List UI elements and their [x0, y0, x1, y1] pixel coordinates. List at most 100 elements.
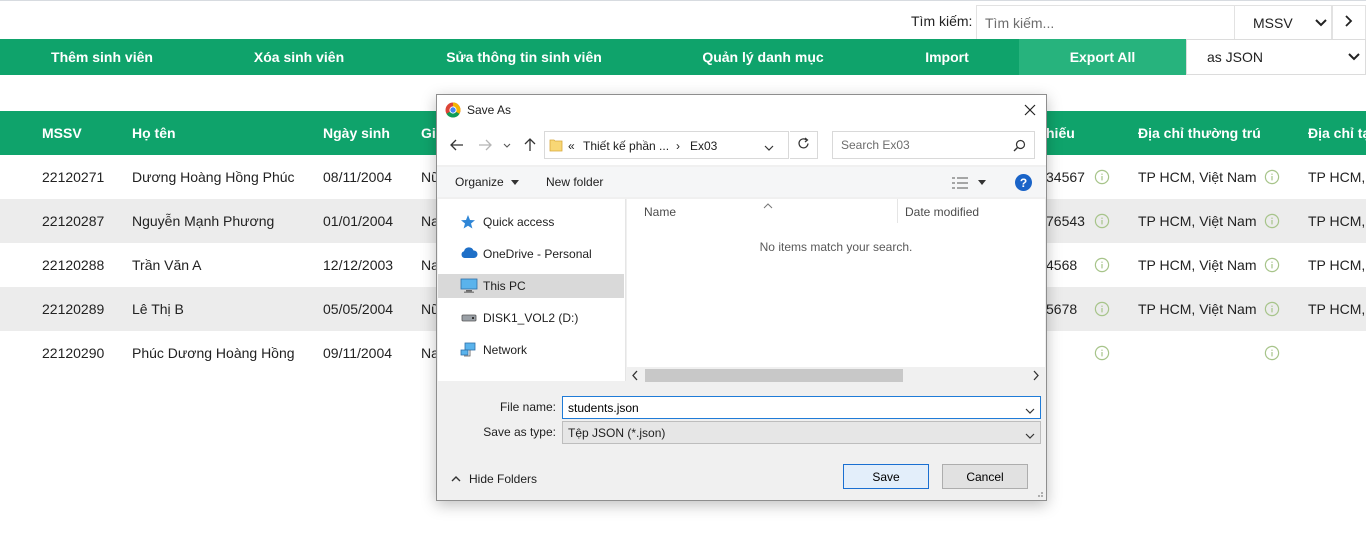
nav-network[interactable]: Network: [438, 338, 624, 362]
details-view-icon: [952, 177, 968, 189]
view-options-button[interactable]: [951, 175, 991, 191]
file-name-label: File name:: [499, 400, 556, 414]
forward-arrow-icon[interactable]: [475, 135, 495, 155]
help-icon[interactable]: ?: [1015, 174, 1032, 191]
save-as-dialog: Save As « Thiết kế phần ... › Ex03 Searc…: [436, 94, 1047, 501]
address-overflow[interactable]: «: [568, 139, 575, 153]
folder-icon: [549, 138, 563, 155]
nav-quick-access[interactable]: Quick access: [438, 210, 624, 234]
hide-folders-label: Hide Folders: [469, 472, 538, 486]
header-mssv: MSSV: [42, 125, 82, 141]
search-field-select[interactable]: MSSV: [1234, 5, 1332, 41]
header-dob: Ngày sinh: [323, 125, 390, 141]
command-bar: Organize New folder ?: [437, 167, 1046, 197]
info-icon[interactable]: [1264, 213, 1280, 229]
cell-dob: 08/11/2004: [323, 169, 393, 185]
info-icon[interactable]: [1264, 301, 1280, 317]
cell-permanent-address: TP HCM, Việt Nam: [1138, 213, 1257, 229]
chrome-icon: [445, 102, 461, 118]
address-bar[interactable]: « Thiết kế phần ... › Ex03: [544, 131, 789, 159]
menu-import[interactable]: Import: [880, 39, 1014, 75]
cell-temp-address: TP HCM,: [1308, 213, 1366, 229]
cell-phone: 5678: [1046, 301, 1078, 317]
up-arrow-icon[interactable]: [520, 135, 540, 155]
menu-delete-student[interactable]: Xóa sinh viên: [204, 39, 394, 75]
caret-down-icon: [978, 180, 986, 185]
chevron-down-icon[interactable]: [1025, 428, 1035, 442]
cell-mssv: 22120287: [42, 213, 105, 229]
nav-disk-d[interactable]: DISK1_VOL2 (D:): [438, 306, 624, 330]
address-segment-parent[interactable]: Thiết kế phần ...: [583, 139, 669, 153]
nav-label: This PC: [483, 279, 526, 293]
file-name-row: File name:: [437, 396, 1046, 419]
dialog-title: Save As: [467, 103, 512, 117]
cell-dob: 01/01/2004: [323, 213, 394, 229]
header-phone: hiếu: [1046, 125, 1075, 141]
header-permanent-address: Địa chỉ thường trú: [1138, 125, 1261, 141]
file-name-input[interactable]: [562, 396, 1041, 419]
navigation-pane: Quick access OneDrive - Personal This PC…: [438, 199, 626, 381]
new-folder-button[interactable]: New folder: [546, 175, 603, 189]
save-button[interactable]: Save: [843, 464, 929, 489]
scrollbar-thumb[interactable]: [645, 369, 903, 382]
back-arrow-icon[interactable]: [447, 135, 467, 155]
drive-icon: [460, 310, 478, 326]
info-icon[interactable]: [1094, 301, 1110, 317]
recent-locations-chevron-icon[interactable]: [501, 135, 513, 155]
menu-edit-student[interactable]: Sửa thông tin sinh viên: [410, 39, 638, 75]
computer-icon: [460, 278, 478, 294]
cell-mssv: 22120288: [42, 257, 105, 273]
organize-button[interactable]: Organize: [455, 175, 520, 189]
nav-onedrive[interactable]: OneDrive - Personal: [438, 242, 624, 266]
cancel-button[interactable]: Cancel: [942, 464, 1028, 489]
menu-add-student[interactable]: Thêm sinh viên: [0, 39, 204, 75]
header-gender: Gi: [421, 125, 436, 141]
folder-search-input[interactable]: [833, 132, 1008, 158]
cell-temp-address: TP HCM,: [1308, 257, 1366, 273]
chevron-down-icon[interactable]: [764, 140, 774, 154]
chevron-up-icon: [451, 476, 461, 482]
export-all-button[interactable]: Export All: [1019, 39, 1186, 75]
scroll-left-icon: [632, 370, 638, 381]
search-icon[interactable]: [1013, 139, 1026, 155]
column-name[interactable]: Name: [644, 205, 676, 219]
info-icon[interactable]: [1094, 213, 1110, 229]
info-icon[interactable]: [1094, 345, 1110, 361]
nav-label: DISK1_VOL2 (D:): [483, 311, 579, 325]
cell-phone: 4568: [1046, 257, 1078, 273]
hide-folders-toggle[interactable]: Hide Folders: [451, 472, 537, 486]
column-divider[interactable]: [897, 199, 898, 223]
save-type-row: Save as type: Tệp JSON (*.json): [437, 421, 1046, 444]
info-icon[interactable]: [1094, 169, 1110, 185]
info-icon[interactable]: [1264, 345, 1280, 361]
cell-phone: 76543: [1046, 213, 1085, 229]
cell-phone: 34567: [1046, 169, 1085, 185]
address-segment-current[interactable]: Ex03: [690, 139, 717, 153]
info-icon[interactable]: [1264, 257, 1280, 273]
export-format-select[interactable]: as JSON: [1186, 39, 1366, 75]
search-submit-button[interactable]: [1332, 5, 1366, 41]
info-icon[interactable]: [1264, 169, 1280, 185]
cell-name: Nguyễn Mạnh Phương: [132, 213, 275, 229]
info-icon[interactable]: [1094, 257, 1110, 273]
cell-permanent-address: TP HCM, Việt Nam: [1138, 169, 1257, 185]
save-type-select[interactable]: Tệp JSON (*.json): [562, 421, 1041, 444]
header-name: Họ tên: [132, 125, 176, 141]
cell-mssv: 22120289: [42, 301, 105, 317]
dialog-navbar: « Thiết kế phần ... › Ex03: [437, 125, 1046, 165]
nav-this-pc[interactable]: This PC: [438, 274, 624, 298]
search-bar: Tìm kiếm: MSSV: [0, 3, 1366, 41]
refresh-button[interactable]: [790, 131, 818, 159]
empty-message: No items match your search.: [759, 240, 913, 254]
close-icon[interactable]: [1017, 99, 1043, 121]
cell-mssv: 22120271: [42, 169, 105, 185]
menu-manage-categories[interactable]: Quản lý danh mục: [660, 39, 866, 75]
cell-temp-address: TP HCM,: [1308, 169, 1366, 185]
search-input[interactable]: [976, 5, 1234, 41]
horizontal-scrollbar[interactable]: [627, 367, 1045, 384]
refresh-icon: [797, 137, 810, 153]
chevron-down-icon[interactable]: [1025, 403, 1035, 417]
column-date-modified[interactable]: Date modified: [905, 205, 979, 219]
main-menu: Thêm sinh viên Xóa sinh viên Sửa thông t…: [0, 39, 1366, 75]
cell-permanent-address: TP HCM, Việt Nam: [1138, 301, 1257, 317]
